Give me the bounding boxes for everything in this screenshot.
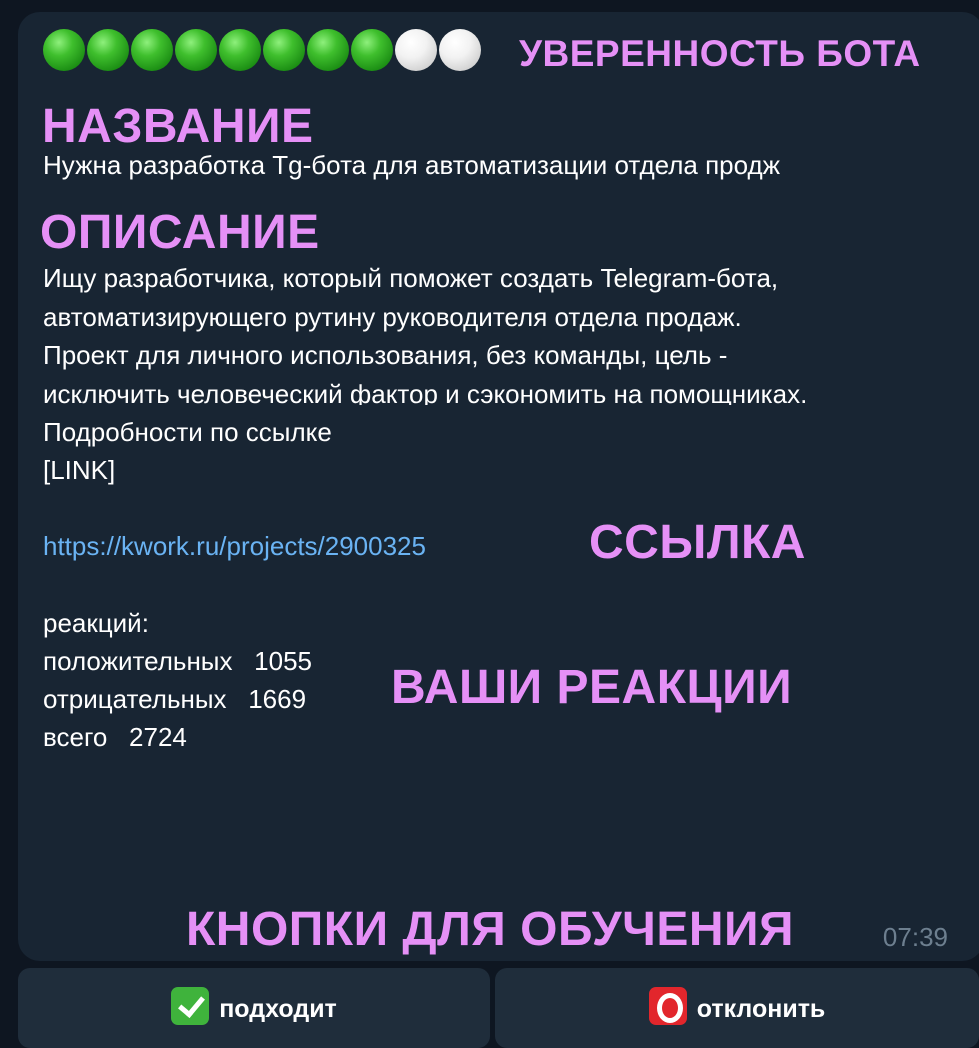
annotation-reactions: ВАШИ РЕАКЦИИ xyxy=(391,661,793,714)
white-circle-icon xyxy=(439,29,481,71)
positive-label: положительных xyxy=(43,646,233,676)
green-circle-icon xyxy=(87,29,129,71)
negative-count: 1669 xyxy=(248,684,307,714)
positive-reactions: положительных 1055 xyxy=(43,642,312,681)
description-line: Ищу разработчика, который поможет создат… xyxy=(43,263,779,293)
reactions-header: реакций: xyxy=(43,608,149,638)
green-circle-icon xyxy=(43,29,85,71)
green-circle-icon xyxy=(351,29,393,71)
total-count: 2724 xyxy=(129,722,187,752)
red-circle-icon xyxy=(648,987,687,1025)
description-line: автоматизирующего рутину руководителя от… xyxy=(43,301,742,332)
negative-label: отрицательных xyxy=(43,684,227,714)
description-line: исключить человеческий фактор и сэкономи… xyxy=(43,378,808,406)
green-circle-icon xyxy=(175,29,217,71)
approve-button[interactable]: подходит xyxy=(18,968,490,1048)
annotation-link: ССЫЛКА xyxy=(589,516,806,569)
approve-label: подходит xyxy=(219,994,337,1023)
negative-reactions: отрицательных 1669 xyxy=(43,680,306,719)
reject-button[interactable]: отклонить xyxy=(495,968,979,1048)
message-description: Ищу разработчика, который поможет создат… xyxy=(43,259,963,405)
total-reactions: всего 2724 xyxy=(43,718,187,757)
project-link[interactable]: https://kwork.ru/projects/2900325 xyxy=(43,527,426,566)
green-circle-icon xyxy=(131,29,173,71)
details-line: Подробности по ссылке xyxy=(43,417,332,447)
green-circle-icon xyxy=(263,29,305,71)
reject-label: отклонить xyxy=(696,994,826,1023)
positive-count: 1055 xyxy=(254,646,313,676)
green-circle-icon xyxy=(219,29,261,71)
annotation-buttons: КНОПКИ ДЛЯ ОБУЧЕНИЯ xyxy=(186,903,795,956)
annotation-bot-confidence: УВЕРЕННОСТЬ БОТА xyxy=(519,33,921,74)
white-circle-icon xyxy=(395,29,437,71)
green-circle-icon xyxy=(307,29,349,71)
message-time: 07:39 xyxy=(882,922,948,952)
message-title: Нужна разработка Tg-бота для автоматизац… xyxy=(43,150,781,180)
link-placeholder: [LINK] xyxy=(43,455,116,485)
check-mark-icon xyxy=(171,987,210,1025)
annotation-description: ОПИСАНИЕ xyxy=(40,206,320,259)
confidence-indicator xyxy=(43,29,483,71)
description-line: Проект для личного использования, без ко… xyxy=(43,340,728,370)
total-label: всего xyxy=(43,722,108,752)
